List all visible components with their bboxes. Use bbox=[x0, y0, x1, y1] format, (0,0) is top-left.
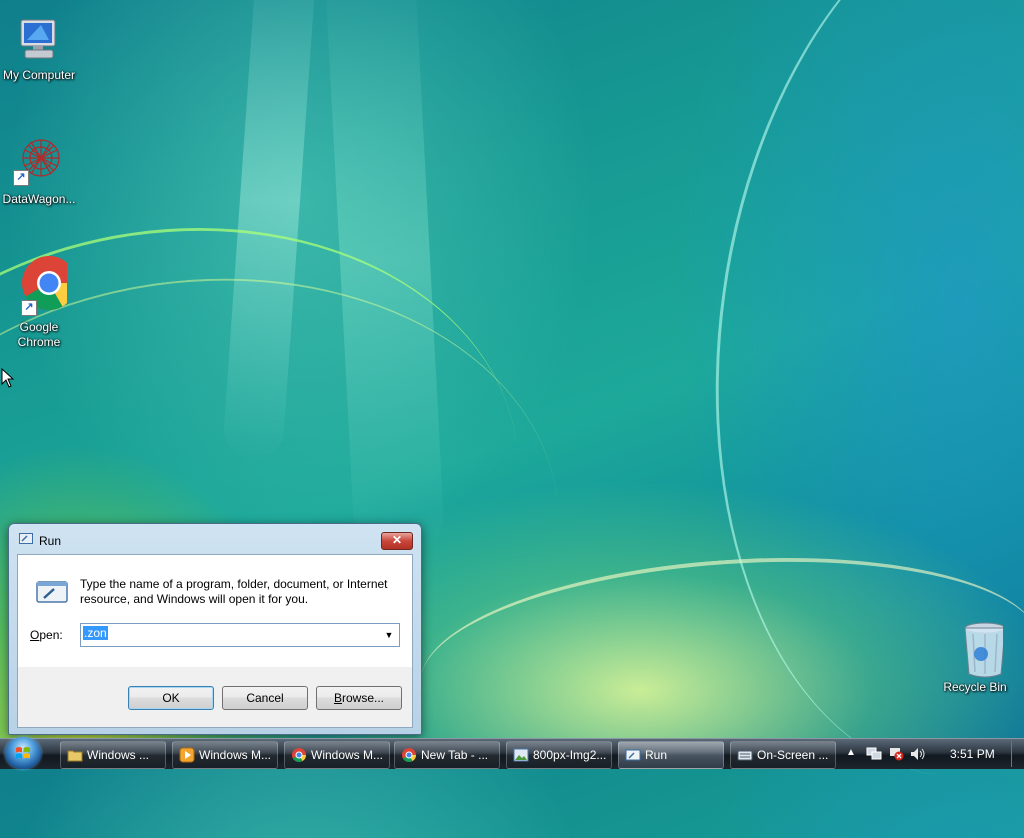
chrome-icon bbox=[402, 748, 416, 762]
network-icon[interactable] bbox=[866, 747, 882, 761]
system-tray: ▲ 3:51 PM bbox=[842, 740, 1024, 768]
open-input[interactable]: .zon bbox=[83, 626, 373, 643]
security-alert-icon[interactable] bbox=[888, 747, 904, 761]
run-icon bbox=[19, 533, 33, 544]
run-titlebar[interactable]: Run ✕ bbox=[9, 524, 421, 554]
wallpaper-streak bbox=[324, 0, 446, 562]
desktop-icon-google-chrome[interactable]: ↗ Google Chrome bbox=[0, 254, 78, 350]
ok-button[interactable]: OK bbox=[128, 686, 214, 710]
run-icon bbox=[625, 749, 641, 761]
computer-icon bbox=[11, 16, 67, 66]
desktop-icon-label-line2: Chrome bbox=[17, 335, 61, 349]
run-description: Type the name of a program, folder, docu… bbox=[80, 577, 388, 606]
cancel-button[interactable]: Cancel bbox=[222, 686, 308, 710]
browse-button[interactable]: Browse... bbox=[316, 686, 402, 710]
desktop-icon-label-line1: Google bbox=[19, 320, 59, 334]
desktop-icon-my-computer[interactable]: My Computer bbox=[0, 16, 78, 83]
image-viewer-icon bbox=[513, 748, 529, 762]
run-program-icon bbox=[36, 579, 70, 605]
taskbar-button-on-screen-keyboard[interactable]: On-Screen ... bbox=[730, 741, 836, 769]
show-desktop-button[interactable] bbox=[1011, 741, 1022, 767]
chevron-down-icon[interactable]: ▼ bbox=[382, 627, 396, 643]
media-player-icon bbox=[179, 747, 195, 763]
recycle-bin-icon bbox=[947, 620, 1006, 678]
folder-icon bbox=[67, 750, 83, 762]
windows-flag-icon bbox=[16, 747, 30, 759]
run-content-panel: Type the name of a program, folder, docu… bbox=[18, 555, 412, 667]
taskbar: Windows ... Windows M... Windows M... Ne… bbox=[0, 737, 1024, 769]
run-client-area: Type the name of a program, folder, docu… bbox=[17, 554, 413, 728]
taskbar-button-image-viewer[interactable]: 800px-Img2... bbox=[506, 741, 612, 769]
mouse-cursor-icon bbox=[1, 368, 15, 388]
desktop-icon-label: DataWagon... bbox=[2, 192, 76, 206]
wallpaper-streak bbox=[221, 0, 319, 462]
shortcut-arrow-icon: ↗ bbox=[21, 300, 37, 316]
open-label: Open: bbox=[30, 628, 63, 642]
chrome-icon bbox=[292, 748, 306, 762]
chrome-icon: ↗ bbox=[11, 254, 77, 316]
taskbar-button-media-player[interactable]: Windows M... bbox=[172, 741, 278, 769]
run-dialog: Run ✕ Type the name of a program, folder… bbox=[8, 523, 422, 735]
close-icon: ✕ bbox=[391, 533, 403, 547]
taskbar-button-chrome-1[interactable]: Windows M... bbox=[284, 741, 390, 769]
shortcut-arrow-icon: ↗ bbox=[13, 170, 29, 186]
taskbar-button-run[interactable]: Run bbox=[618, 741, 724, 769]
desktop-icon-label: Recycle Bin bbox=[943, 680, 1007, 694]
volume-icon[interactable] bbox=[910, 747, 926, 761]
show-hidden-icons-arrow-icon[interactable]: ▲ bbox=[846, 747, 856, 758]
run-title: Run bbox=[39, 534, 62, 548]
taskbar-button-chrome-2[interactable]: New Tab - ... bbox=[394, 741, 500, 769]
keyboard-icon bbox=[737, 750, 753, 761]
desktop-icon-recycle-bin[interactable]: Recycle Bin bbox=[936, 620, 1014, 695]
close-button[interactable]: ✕ bbox=[381, 532, 413, 550]
datawagon-icon: ↗ bbox=[11, 130, 67, 186]
desktop-icon-label: My Computer bbox=[2, 68, 76, 82]
clock[interactable]: 3:51 PM bbox=[950, 747, 995, 761]
taskbar-button-windows-explorer[interactable]: Windows ... bbox=[60, 741, 166, 769]
desktop-icon-datawagon[interactable]: ↗ DataWagon... bbox=[0, 130, 78, 207]
open-combobox[interactable]: .zon ▼ bbox=[80, 623, 400, 647]
selected-text: .zon bbox=[83, 626, 108, 640]
start-button[interactable] bbox=[5, 737, 41, 769]
